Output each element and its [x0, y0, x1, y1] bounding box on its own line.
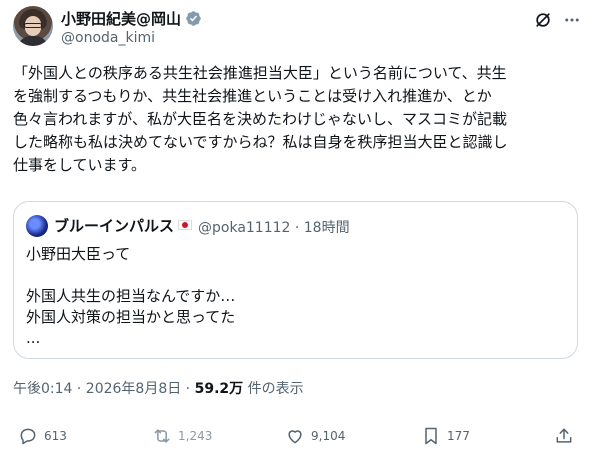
japan-flag-icon: [178, 220, 192, 230]
share-icon: [556, 428, 572, 443]
tweet-header: 小野田紀美@岡山 @onoda_kimi: [0, 0, 592, 56]
quoted-tweet-text: 小野田大臣って 外国人共生の担当なんですか… 外国人対策の担当かと思ってた ..…: [26, 245, 236, 347]
view-count: 59.2万: [194, 381, 244, 397]
retweet-count: 1,243: [178, 429, 213, 443]
bookmark-icon: [425, 427, 437, 445]
author-handle[interactable]: @onoda_kimi: [61, 30, 155, 46]
quoted-author-meta: @poka11112 · 18時間: [198, 220, 350, 236]
more-options-icon[interactable]: [563, 10, 581, 30]
author-name-row: 小野田紀美@岡山: [61, 8, 202, 29]
reply-button[interactable]: 613: [18, 426, 67, 446]
view-label: 件の表示: [243, 381, 304, 397]
bookmark-count: 177: [447, 429, 470, 443]
like-button[interactable]: 9,104: [285, 426, 345, 446]
grok-icon[interactable]: [533, 10, 553, 30]
quoted-tweet[interactable]: ブルーインパルス @poka11112 · 18時間 小野田大臣って 外国人共生…: [13, 201, 578, 359]
retweet-button[interactable]: 1,243: [152, 426, 212, 446]
like-count: 9,104: [311, 429, 346, 443]
quoted-author-avatar[interactable]: [26, 215, 48, 237]
quoted-author-name: ブルーインパルス: [54, 217, 175, 235]
tweet-meta: 午後0:14 · 2026年8月8日 · 59.2万 件の表示: [13, 378, 304, 398]
tweet-timestamp[interactable]: 午後0:14 · 2026年8月8日 ·: [13, 381, 195, 397]
heart-icon: [288, 430, 302, 444]
retweet-icon: [154, 429, 170, 443]
reply-icon: [20, 428, 36, 445]
author-display-name[interactable]: 小野田紀美@岡山: [61, 8, 181, 29]
bookmark-button[interactable]: 177: [421, 426, 470, 446]
author-avatar[interactable]: [13, 6, 53, 46]
action-bar: 613 1,243 9,104 177: [0, 420, 592, 452]
share-button[interactable]: [554, 426, 574, 446]
reply-count: 613: [44, 429, 67, 443]
tweet-text: 「外国人との秩序ある共生社会推進担当大臣」という名前について、共生 を強制するつ…: [13, 64, 508, 174]
verified-badge-icon: [185, 10, 202, 27]
